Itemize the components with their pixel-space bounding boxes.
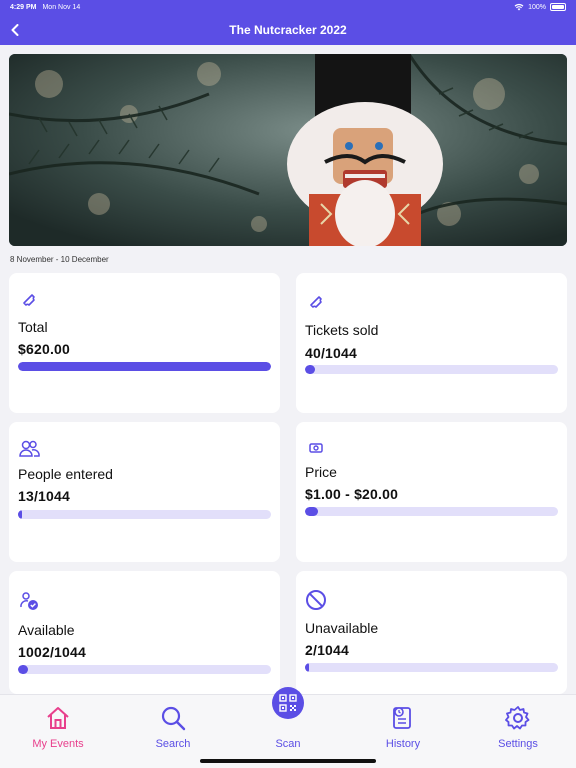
stat-label-price: Price: [305, 464, 337, 480]
page-title: The Nutcracker 2022: [229, 22, 347, 37]
stat-card-people-entered: People entered 13/1044: [9, 422, 280, 562]
history-icon: [393, 707, 411, 729]
stat-label-tickets-sold: Tickets sold: [305, 322, 379, 338]
back-button[interactable]: [8, 20, 22, 40]
status-time: 4:29 PM: [10, 3, 37, 11]
progress-fill-unavailable: [305, 663, 309, 672]
tab-label-settings: Settings: [498, 738, 538, 750]
event-image: [9, 54, 567, 246]
battery-percent: 100%: [528, 3, 546, 11]
battery-icon: [550, 3, 566, 11]
tab-search[interactable]: Search: [123, 695, 223, 755]
nav-bar: The Nutcracker 2022: [0, 14, 576, 45]
progress-bar-available: [18, 665, 271, 674]
stat-card-unavailable: Unavailable 2/1044: [296, 571, 567, 694]
stat-card-tickets-sold: Tickets sold 40/1044: [296, 273, 567, 413]
home-indicator: [200, 759, 376, 763]
gear-icon: [505, 706, 530, 730]
progress-bar-people-entered: [18, 510, 271, 519]
progress-bar-unavailable: [305, 663, 558, 672]
blocked-icon: [306, 590, 326, 610]
stat-label-available: Available: [18, 622, 75, 638]
money-icon: [309, 443, 323, 453]
tab-history[interactable]: History: [353, 695, 453, 755]
stat-value-unavailable: 2/1044: [305, 642, 350, 658]
stat-card-total: Total $620.00: [9, 273, 280, 413]
tab-label-history: History: [385, 738, 421, 750]
person-check-icon: [20, 592, 38, 610]
home-icon: [47, 707, 69, 729]
tab-label-my-events: My Events: [32, 738, 84, 750]
stat-label-total: Total: [18, 319, 48, 335]
scan-button[interactable]: [272, 687, 304, 719]
progress-bar-price: [305, 507, 558, 516]
search-icon: [161, 706, 186, 731]
stat-value-tickets-sold: 40/1044: [305, 345, 358, 361]
stat-value-people-entered: 13/1044: [18, 488, 71, 504]
chevron-left-icon: [11, 24, 19, 36]
progress-fill-tickets-sold: [305, 365, 315, 374]
progress-fill-available: [18, 665, 29, 674]
stat-value-total: $620.00: [18, 341, 71, 357]
stat-card-available: Available 1002/1044: [9, 571, 280, 694]
progress-bar-tickets-sold: [305, 365, 558, 374]
qr-code-icon: [279, 694, 297, 712]
tab-settings[interactable]: Settings: [468, 695, 568, 755]
stat-card-price: Price $1.00 - $20.00: [296, 422, 567, 562]
progress-fill-people-entered: [18, 510, 22, 519]
status-date: Mon Nov 14: [42, 3, 81, 11]
stat-value-price: $1.00 - $20.00: [305, 486, 399, 502]
stat-value-available: 1002/1044: [18, 644, 86, 660]
status-bar: 4:29 PM Mon Nov 14 100%: [0, 0, 576, 14]
progress-fill-price: [305, 507, 318, 516]
event-dates: 8 November - 10 December: [10, 255, 109, 264]
tab-label-scan: Scan: [275, 738, 301, 750]
ticket-icon: [23, 294, 35, 306]
progress-bar-total: [18, 362, 271, 371]
wifi-icon: [514, 3, 524, 11]
tab-my-events[interactable]: My Events: [8, 695, 108, 755]
progress-fill-total: [18, 362, 271, 371]
people-icon: [19, 440, 40, 457]
tab-label-search: Search: [155, 738, 191, 750]
stat-label-unavailable: Unavailable: [305, 620, 379, 636]
ticket-icon: [310, 296, 322, 308]
stat-label-people-entered: People entered: [18, 466, 113, 482]
